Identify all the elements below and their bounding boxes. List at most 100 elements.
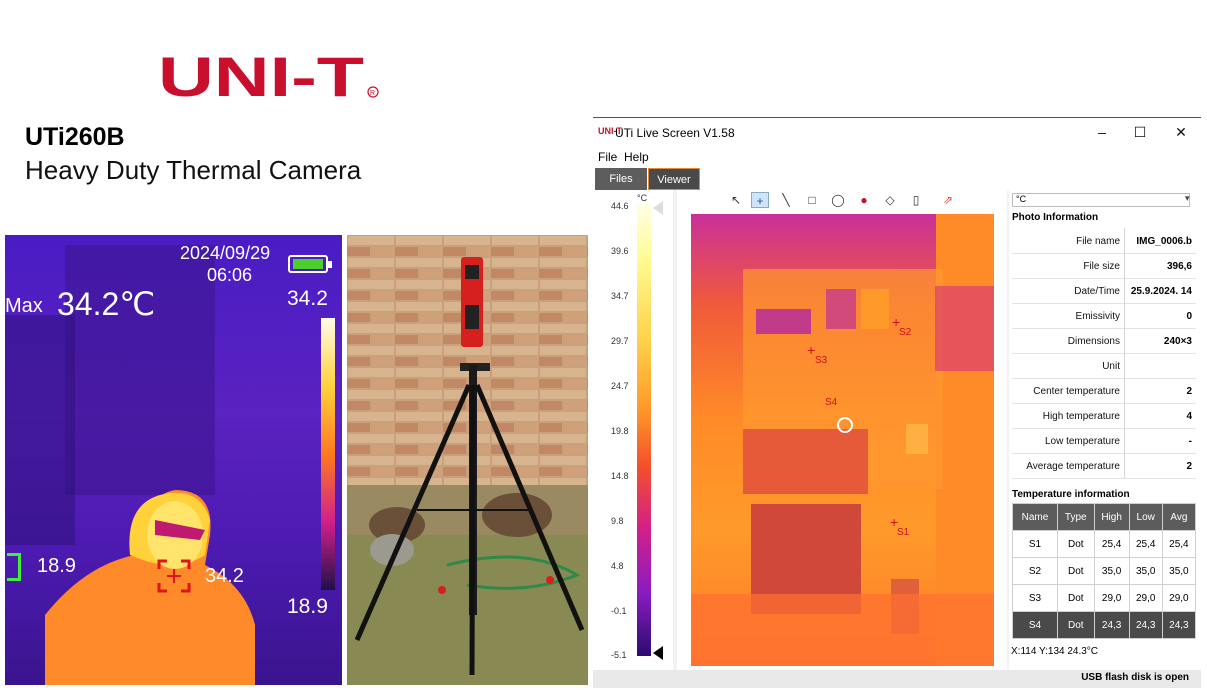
info-value: IMG_0006.b xyxy=(1136,236,1192,247)
table-cell: 24,3 xyxy=(1093,611,1130,639)
scale-max: 34.2 xyxy=(287,287,328,310)
window-title: UTi Live Screen V1.58 xyxy=(615,126,735,140)
status-bar: USB flash disk is open xyxy=(593,670,1201,688)
live-screen-window: UNI-T UTi Live Screen V1.58 – ☐ ✕ File H… xyxy=(593,117,1201,688)
palette-icon[interactable]: ● xyxy=(855,192,873,208)
unit-logo: UNI-T R xyxy=(158,52,379,100)
product-subtitle: Heavy Duty Thermal Camera xyxy=(25,155,362,185)
table-cell: 29,0 xyxy=(1161,584,1197,612)
hot-spot-value: 34.2 xyxy=(205,565,244,587)
minimize-button[interactable]: – xyxy=(1091,122,1113,142)
info-value: 0 xyxy=(1186,311,1192,322)
palette-panel: °C 44.6 39.6 34.7 29.7 24.7 19.8 14.8 9.… xyxy=(593,190,673,670)
spot-cursor-s4-icon[interactable] xyxy=(837,417,853,433)
table-cell: 35,0 xyxy=(1093,557,1130,585)
title-bar: UNI-T UTi Live Screen V1.58 – ☐ ✕ xyxy=(593,118,1201,148)
close-button[interactable]: ✕ xyxy=(1170,122,1192,142)
table-header-row: Name Type High Low Avg xyxy=(1012,503,1197,531)
palette-tick: 14.8 xyxy=(611,471,629,481)
info-label: High temperature xyxy=(1042,411,1120,422)
max-temperature: 34.2℃ xyxy=(57,286,156,322)
eraser-icon[interactable]: ◇ xyxy=(881,192,899,208)
rectangle-icon[interactable]: □ xyxy=(803,192,821,208)
table-cell: 25,4 xyxy=(1128,530,1163,558)
table-cell: Dot xyxy=(1056,557,1095,585)
photo-info-title: Photo Information xyxy=(1012,212,1099,223)
palette-tick: 44.6 xyxy=(611,201,629,211)
color-palette-bar[interactable] xyxy=(637,204,651,656)
camera-date: 2024/09/29 xyxy=(180,243,271,263)
palette-min-handle-icon[interactable] xyxy=(653,646,663,660)
column-header: High xyxy=(1093,503,1130,531)
info-value: 396,6 xyxy=(1166,261,1192,272)
pointer-icon[interactable]: ↖ xyxy=(727,192,745,208)
column-header: Name xyxy=(1012,503,1058,531)
info-value: 25.9.2024. 14 xyxy=(1130,286,1192,297)
line-icon[interactable]: ╲ xyxy=(777,192,795,208)
table-cell: 25,4 xyxy=(1093,530,1130,558)
menu-help[interactable]: Help xyxy=(624,150,649,164)
palette-tick: 4.8 xyxy=(611,561,624,571)
spot-label-s3: S3 xyxy=(815,355,828,366)
palette-tick: 9.8 xyxy=(611,516,624,526)
column-header: Low xyxy=(1128,503,1163,531)
palette-max-handle-icon[interactable] xyxy=(653,201,663,215)
thermal-image[interactable]: + S2 + S3 S4 + S1 xyxy=(691,214,994,666)
svg-text:R: R xyxy=(370,90,375,97)
palette-tick: 24.7 xyxy=(611,381,629,391)
table-cell: Dot xyxy=(1056,530,1095,558)
palette-tick: -5.1 xyxy=(611,650,627,660)
spot-label-s1: S1 xyxy=(897,527,910,538)
info-row-average-temp: Average temperature 2 xyxy=(1012,453,1196,479)
table-cell: 24,3 xyxy=(1128,611,1163,639)
crosshair-icon[interactable]: + xyxy=(751,192,769,208)
table-cell: 29,0 xyxy=(1093,584,1130,612)
table-row[interactable]: S3 Dot 29,0 29,0 29,0 xyxy=(1012,584,1197,612)
menu-file[interactable]: File xyxy=(598,150,617,164)
info-row-low-temp: Low temperature - xyxy=(1012,428,1196,454)
ellipse-icon[interactable]: ◯ xyxy=(829,192,847,208)
info-value: 2 xyxy=(1186,461,1192,472)
palette-tick: 29.7 xyxy=(611,336,629,346)
info-row-center-temp: Center temperature 2 xyxy=(1012,378,1196,404)
table-cell: S1 xyxy=(1012,530,1058,558)
max-label: Max xyxy=(5,295,43,317)
viewer-toolbar: ↖ + ╲ □ ◯ ● ◇ ▯ ⇗ xyxy=(727,192,987,208)
palette-tick: 39.6 xyxy=(611,246,629,256)
table-cell: S3 xyxy=(1012,584,1058,612)
logo-text: UNI-T xyxy=(158,52,364,100)
hot-spot-marker-icon xyxy=(157,559,191,593)
info-label: Low temperature xyxy=(1044,436,1120,447)
unit-select[interactable]: °C xyxy=(1012,193,1190,207)
temperature-table: Name Type High Low Avg S1 Dot 25,4 25,4 … xyxy=(1012,503,1197,639)
camera-time: 06:06 xyxy=(207,265,253,285)
table-row-selected[interactable]: S4 Dot 24,3 24,3 24,3 xyxy=(1012,611,1197,639)
export-icon[interactable]: ⇗ xyxy=(939,192,957,208)
info-value: 2 xyxy=(1186,386,1192,397)
menu-bar: File Help xyxy=(593,148,1201,166)
table-cell: Dot xyxy=(1056,584,1095,612)
chevron-down-icon[interactable]: ▾ xyxy=(1185,193,1195,207)
tab-viewer[interactable]: Viewer xyxy=(648,168,700,190)
delete-icon[interactable]: ▯ xyxy=(907,192,925,208)
table-row[interactable]: S1 Dot 25,4 25,4 25,4 xyxy=(1012,530,1197,558)
info-row-emissivity: Emissivity 0 xyxy=(1012,303,1196,329)
battery-icon xyxy=(288,255,332,273)
tab-bar: Files Viewer xyxy=(593,166,1201,190)
temp-info-title: Temperature information xyxy=(1012,489,1130,500)
cursor-readout: X:114 Y:134 24.3°C xyxy=(1011,646,1099,657)
building-thermal xyxy=(691,214,994,666)
spot-marker-s3-icon[interactable]: + xyxy=(807,342,815,358)
palette-tick: -0.1 xyxy=(611,606,627,616)
color-scale-bar xyxy=(321,318,335,590)
info-row-file-size: File size 396,6 xyxy=(1012,253,1196,279)
table-cell: Dot xyxy=(1056,611,1095,639)
table-row[interactable]: S2 Dot 35,0 35,0 35,0 xyxy=(1012,557,1197,585)
table-cell: 25,4 xyxy=(1161,530,1197,558)
cold-spot-marker-icon xyxy=(7,553,21,581)
info-row-date-time: Date/Time 25.9.2024. 14 xyxy=(1012,278,1196,304)
info-value: 4 xyxy=(1186,411,1192,422)
tab-files[interactable]: Files xyxy=(595,168,647,190)
camera-thermal-photo: 2024/09/29 06:06 Max 34.2℃ 34.2 18.9 18.… xyxy=(5,235,342,685)
maximize-button[interactable]: ☐ xyxy=(1129,122,1151,142)
